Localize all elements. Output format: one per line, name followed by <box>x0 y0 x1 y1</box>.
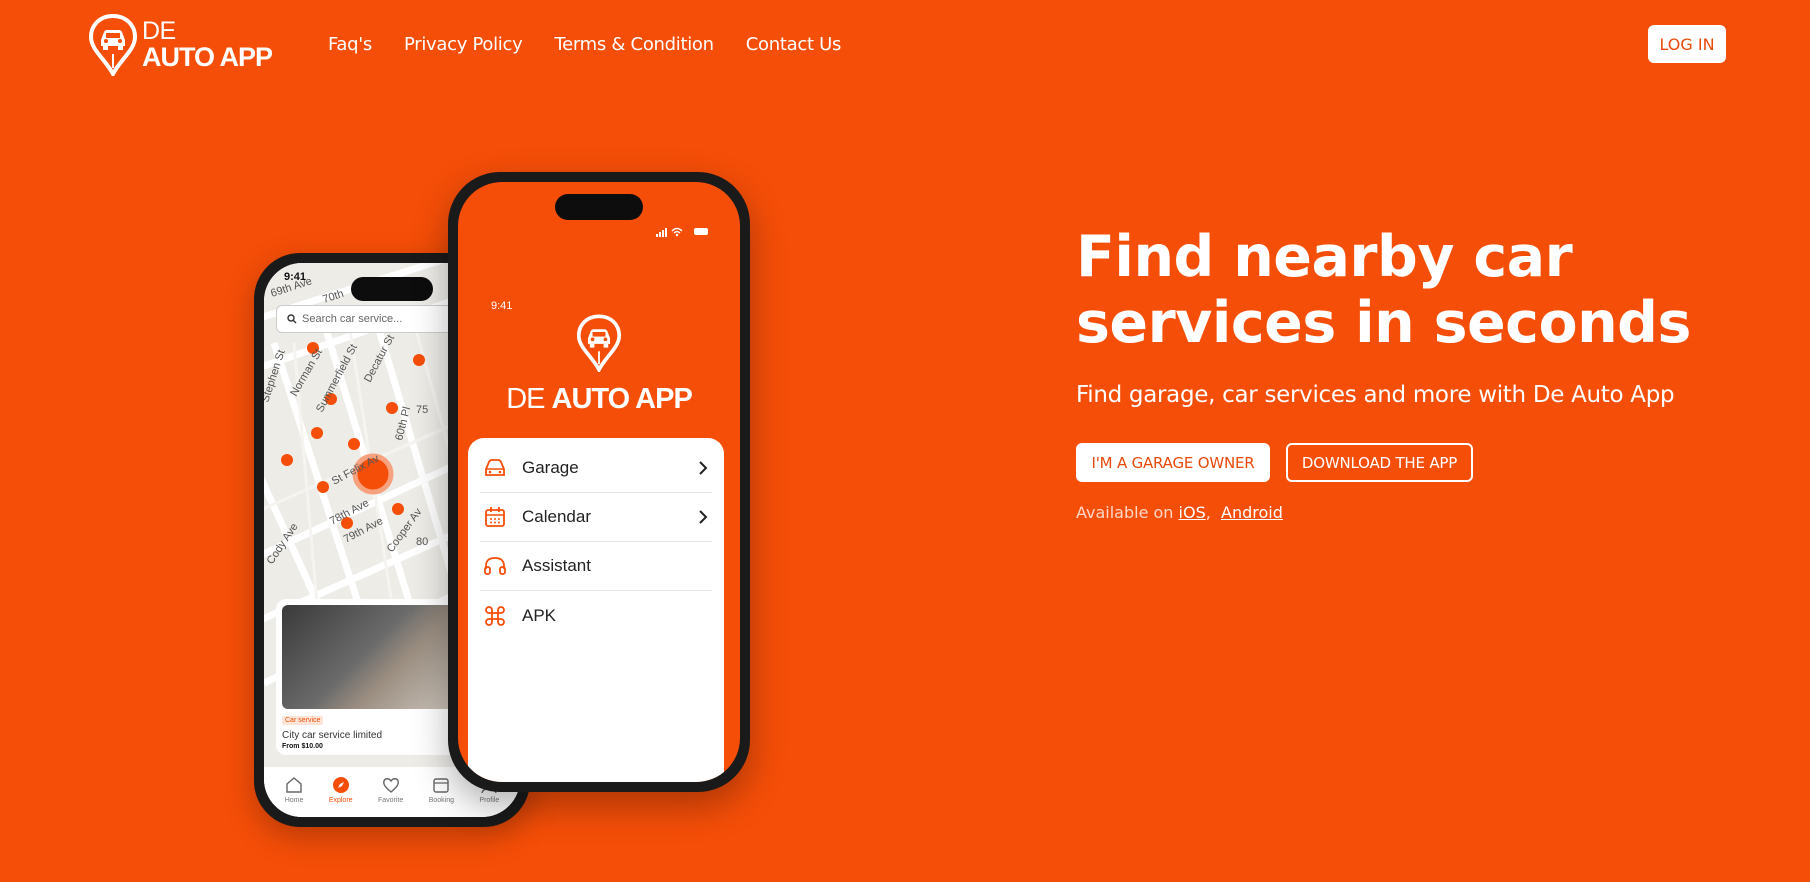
menu-item-calendar[interactable]: Calendar <box>480 493 712 542</box>
compass-icon <box>332 777 349 793</box>
available-prefix: Available on <box>1076 503 1174 522</box>
tab-explore[interactable]: Explore <box>329 776 353 804</box>
login-button[interactable]: LOG IN <box>1648 25 1726 63</box>
dynamic-island <box>351 277 433 301</box>
service-card[interactable]: Car service City car service limited Fro… <box>276 599 476 755</box>
app-menu: Garage Calendar Assistant APK <box>468 438 724 782</box>
menu-label-assistant: Assistant <box>522 556 591 575</box>
app-logo-bold: AUTO APP <box>551 383 693 415</box>
download-app-button[interactable]: DOWNLOAD THE APP <box>1286 443 1473 482</box>
brand-logo[interactable]: DE AUTO APP <box>88 12 278 78</box>
app-logo: DE AUTO APP <box>458 314 740 416</box>
app-logo-text: DE AUTO APP <box>458 383 740 416</box>
tab-home[interactable]: Home <box>284 776 304 804</box>
home-icon <box>286 777 302 793</box>
car-icon <box>482 455 508 481</box>
nav-terms[interactable]: Terms & Condition <box>554 34 714 55</box>
service-badge: Car service <box>282 716 324 725</box>
menu-screen: 9:41 DE AUTO APP Garage Calendar Assista… <box>458 182 740 782</box>
android-link[interactable]: Android <box>1221 503 1283 522</box>
calendar-icon <box>482 504 508 530</box>
dynamic-island <box>555 194 643 220</box>
nav-contact[interactable]: Contact Us <box>746 34 842 55</box>
calendar-icon <box>433 778 450 793</box>
map-search-input[interactable]: Search car service... <box>276 305 476 333</box>
tab-booking[interactable]: Booking <box>429 776 454 804</box>
service-title: City car service limited <box>282 730 383 741</box>
map-search-placeholder: Search car service... <box>302 313 403 325</box>
tab-booking-label: Booking <box>428 797 454 804</box>
hero-title: Find nearby car services in seconds <box>1076 224 1691 356</box>
svg-text:80: 80 <box>416 536 428 548</box>
availability-line: Available on iOS, Android <box>1076 503 1283 522</box>
nav-faqs[interactable]: Faq's <box>328 34 372 55</box>
brand-line1: DE <box>142 17 176 45</box>
hero-subtitle: Find garage, car services and more with … <box>1076 382 1675 408</box>
menu-item-assistant[interactable]: Assistant <box>480 542 712 591</box>
menu-item-garage[interactable]: Garage <box>480 444 712 493</box>
menu-label-apk: APK <box>522 605 557 625</box>
phone-mockup-menu: 9:41 DE AUTO APP Garage Calendar Assista… <box>448 172 750 792</box>
heart-icon <box>382 778 399 793</box>
tab-explore-label: Explore <box>328 797 353 804</box>
garage-owner-button[interactable]: I'M A GARAGE OWNER <box>1076 443 1270 482</box>
mechanic-photo <box>282 605 470 709</box>
chevron-right-icon <box>694 509 712 525</box>
menu-label-calendar: Calendar <box>522 507 591 526</box>
status-icons <box>656 227 708 237</box>
menu-item-apk[interactable]: APK <box>480 591 712 640</box>
top-nav: Faq's Privacy Policy Terms & Condition C… <box>328 34 841 55</box>
command-icon <box>482 603 508 629</box>
nav-privacy-policy[interactable]: Privacy Policy <box>404 34 523 55</box>
location-pin-car-icon <box>576 314 622 374</box>
link-separator: , <box>1205 503 1211 522</box>
brand-line2: AUTO APP <box>142 42 273 72</box>
svg-text:75: 75 <box>416 404 428 416</box>
status-time: 9:41 <box>491 300 513 312</box>
ios-link[interactable]: iOS <box>1179 503 1206 522</box>
app-logo-light: DE <box>506 383 545 415</box>
tab-favorite-label: Favorite <box>377 797 404 804</box>
search-icon <box>287 314 297 324</box>
tab-home-label: Home <box>284 797 304 804</box>
service-price: From $10.00 <box>282 743 323 750</box>
headset-icon <box>482 553 508 579</box>
chevron-right-icon <box>694 460 712 476</box>
tab-favorite[interactable]: Favorite <box>378 776 403 804</box>
tab-profile-label: Profile <box>479 797 500 804</box>
status-time: 9:41 <box>284 271 307 283</box>
location-pin-car-icon <box>88 14 138 76</box>
menu-label-garage: Garage <box>522 458 579 477</box>
